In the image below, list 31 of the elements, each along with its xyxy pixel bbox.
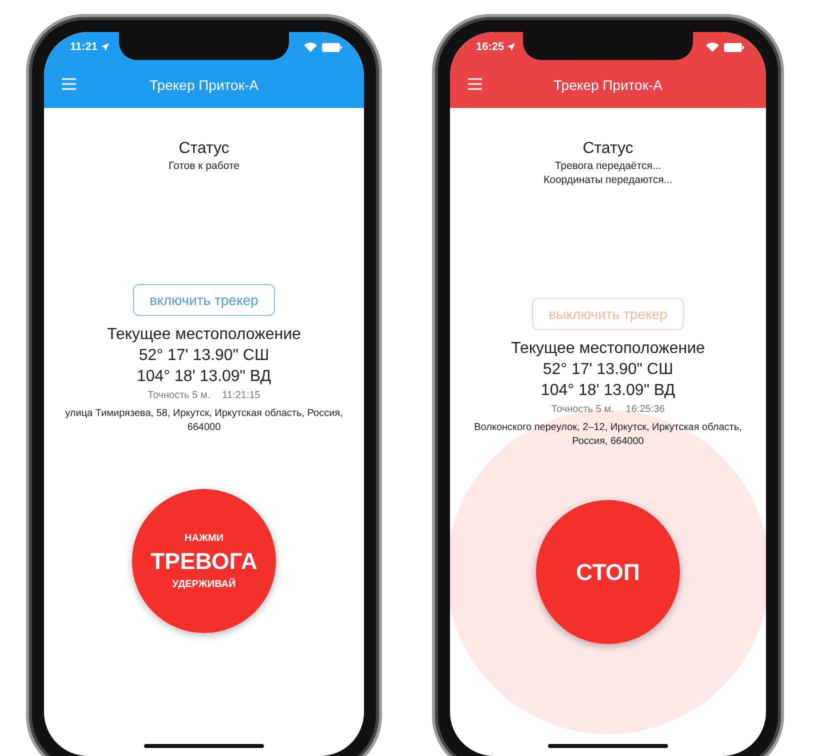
- longitude: 104° 18' 13.09" ВД: [136, 368, 272, 386]
- battery-icon: [322, 42, 342, 52]
- menu-icon[interactable]: [468, 78, 482, 90]
- clock: 11:21: [70, 41, 98, 53]
- app-title: Трекер Приток-А: [554, 77, 662, 93]
- location-arrow-icon: [507, 43, 516, 51]
- alarm-button[interactable]: НАЖМИ ТРЕВОГА УДЕРЖИВАЙ: [132, 489, 276, 633]
- longitude: 104° 18' 13.09" ВД: [540, 382, 676, 400]
- accuracy: Точность 5 м.: [551, 404, 614, 415]
- status-text: Тревога передаётся...: [554, 160, 662, 172]
- accuracy: Точность 5 м.: [148, 390, 210, 401]
- app-title: Трекер Приток-А: [150, 77, 258, 93]
- fix-time: 16:25:36: [626, 404, 665, 415]
- tracker-toggle-button[interactable]: включить трекер: [132, 284, 276, 316]
- status-text: Координаты передаются...: [543, 174, 673, 186]
- location-title: Текущее местоположение: [107, 326, 301, 344]
- wifi-icon: [304, 42, 317, 52]
- location-arrow-icon: [100, 43, 109, 51]
- latitude: 52° 17' 13.90" СШ: [138, 347, 270, 365]
- status-text: Готов к работе: [168, 160, 240, 172]
- fix-time: 11:21:15: [222, 390, 260, 401]
- address: улица Тимирязева, 58, Иркутск, Иркутская область, Россия, 664000: [64, 407, 344, 434]
- latitude: 52° 17' 13.90" СШ: [542, 361, 674, 379]
- menu-icon[interactable]: [62, 78, 76, 90]
- status-title: Статус: [178, 140, 230, 158]
- battery-icon: [724, 42, 744, 52]
- wifi-icon: [706, 42, 719, 52]
- status-title: Статус: [582, 140, 634, 158]
- address: Волконского переулок, 2–12, Иркутск, Иркутская область, Россия, 664000: [473, 421, 743, 448]
- clock: 16:25: [476, 41, 504, 53]
- location-title: Текущее местоположение: [511, 340, 705, 358]
